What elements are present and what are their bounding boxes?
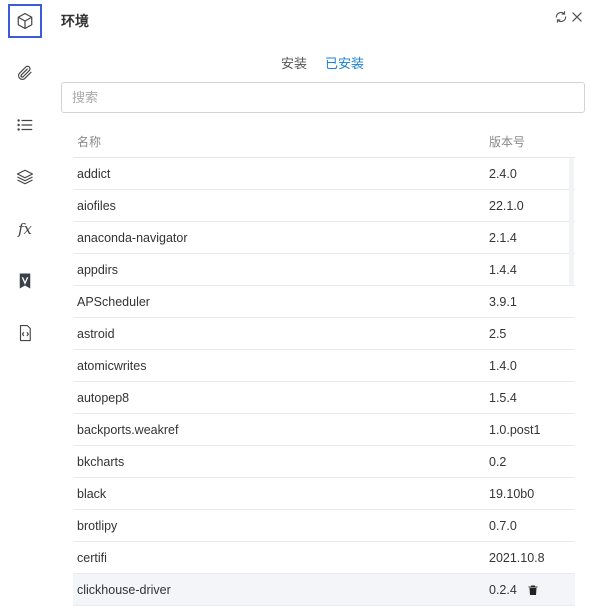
- package-name: astroid: [77, 326, 115, 341]
- table-row[interactable]: autopep8 1.5.4: [73, 382, 575, 414]
- layers-icon: [16, 169, 34, 185]
- package-name: bkcharts: [77, 454, 125, 469]
- package-version: 2021.10.8: [489, 550, 545, 565]
- sidebar-item-attachments[interactable]: [8, 56, 42, 90]
- package-version: 1.4.0: [489, 358, 517, 373]
- table-row[interactable]: atomicwrites 1.4.0: [73, 350, 575, 382]
- package-version-cell: 1.0.post1: [485, 423, 575, 437]
- sidebar-item-variables[interactable]: [8, 264, 42, 298]
- table-row[interactable]: addict 2.4.0: [73, 158, 575, 190]
- package-version-cell: 2021.10.8: [485, 551, 575, 565]
- package-version: 22.1.0: [489, 198, 524, 213]
- sidebar-item-environment[interactable]: [8, 4, 42, 38]
- sidebar: fx: [0, 0, 50, 605]
- package-version-cell: 2.5: [485, 327, 575, 341]
- package-version: 2.5: [489, 326, 507, 341]
- package-version: 0.2.4: [489, 582, 517, 597]
- table-header: 名称 版本号: [73, 126, 575, 158]
- table-row[interactable]: appdirs 1.4.4: [73, 254, 575, 286]
- table-row[interactable]: astroid 2.5: [73, 318, 575, 350]
- function-icon: fx: [17, 220, 32, 238]
- package-name: anaconda-navigator: [77, 230, 188, 245]
- close-icon[interactable]: [570, 10, 584, 24]
- scrollbar[interactable]: [569, 158, 574, 285]
- package-icon: [17, 12, 33, 30]
- package-version: 1.0.post1: [489, 422, 541, 437]
- package-name: brotlipy: [77, 518, 118, 533]
- package-name: black: [77, 486, 107, 501]
- package-version-cell: 1.4.4: [485, 263, 575, 277]
- tab-installed[interactable]: 已安装: [316, 48, 374, 84]
- header-actions: [554, 10, 584, 24]
- package-version-cell: 0.2.4: [485, 583, 575, 597]
- sidebar-item-list[interactable]: [8, 108, 42, 142]
- package-name: appdirs: [77, 262, 118, 277]
- table-row[interactable]: certifi 2021.10.8: [73, 542, 575, 574]
- package-version-cell: 2.4.0: [485, 167, 575, 181]
- package-name: atomicwrites: [77, 358, 147, 373]
- refresh-icon[interactable]: [554, 10, 568, 24]
- package-name: addict: [77, 166, 111, 181]
- package-name: certifi: [77, 550, 107, 565]
- sidebar-item-functions[interactable]: fx: [8, 212, 42, 246]
- package-version-cell: 22.1.0: [485, 199, 575, 213]
- package-name: autopep8: [77, 390, 130, 405]
- tab-install[interactable]: 安装: [272, 48, 316, 82]
- package-version: 19.10b0: [489, 486, 535, 501]
- package-version: 1.5.4: [489, 390, 517, 405]
- table-row[interactable]: black 19.10b0: [73, 478, 575, 510]
- trash-icon[interactable]: [527, 584, 539, 596]
- package-version: 2.1.4: [489, 230, 517, 245]
- package-version: 3.9.1: [489, 294, 517, 309]
- package-version: 1.4.4: [489, 262, 517, 277]
- column-header-name: 名称: [77, 135, 102, 149]
- list-icon: [17, 119, 33, 131]
- package-version-cell: 2.1.4: [485, 231, 575, 245]
- table-row[interactable]: bkcharts 0.2: [73, 446, 575, 478]
- sidebar-item-layers[interactable]: [8, 160, 42, 194]
- package-version-cell: 1.4.0: [485, 359, 575, 373]
- code-file-icon: [19, 324, 31, 342]
- column-header-version: 版本号: [489, 135, 526, 149]
- package-version-cell: 1.5.4: [485, 391, 575, 405]
- package-name: clickhouse-driver: [77, 582, 171, 597]
- package-name: backports.weakref: [77, 422, 179, 437]
- tab-bar: 安装 已安装: [272, 48, 374, 84]
- table-row[interactable]: backports.weakref 1.0.post1: [73, 414, 575, 446]
- table-row[interactable]: clickhouse-driver 0.2.4: [73, 574, 575, 606]
- packages-table: 名称 版本号 addict 2.4.0 aiofiles 22.1.0 anaconda…: [73, 126, 575, 606]
- table-row[interactable]: APScheduler 3.9.1: [73, 286, 575, 318]
- variable-icon: [19, 273, 31, 289]
- table-row[interactable]: aiofiles 22.1.0: [73, 190, 575, 222]
- package-name: aiofiles: [77, 198, 116, 213]
- package-name: APScheduler: [77, 294, 150, 309]
- package-version-cell: 3.9.1: [485, 295, 575, 309]
- search-input[interactable]: [61, 82, 585, 113]
- sidebar-item-code[interactable]: [8, 316, 42, 350]
- package-version: 2.4.0: [489, 166, 517, 181]
- paperclip-icon: [18, 65, 32, 80]
- package-version-cell: 0.7.0: [485, 519, 575, 533]
- table-row[interactable]: anaconda-navigator 2.1.4: [73, 222, 575, 254]
- package-version-cell: 0.2: [485, 455, 575, 469]
- package-version: 0.2: [489, 454, 507, 469]
- table-row[interactable]: brotlipy 0.7.0: [73, 510, 575, 542]
- page-title: 环境: [61, 13, 89, 29]
- package-version-cell: 19.10b0: [485, 487, 575, 501]
- package-version: 0.7.0: [489, 518, 517, 533]
